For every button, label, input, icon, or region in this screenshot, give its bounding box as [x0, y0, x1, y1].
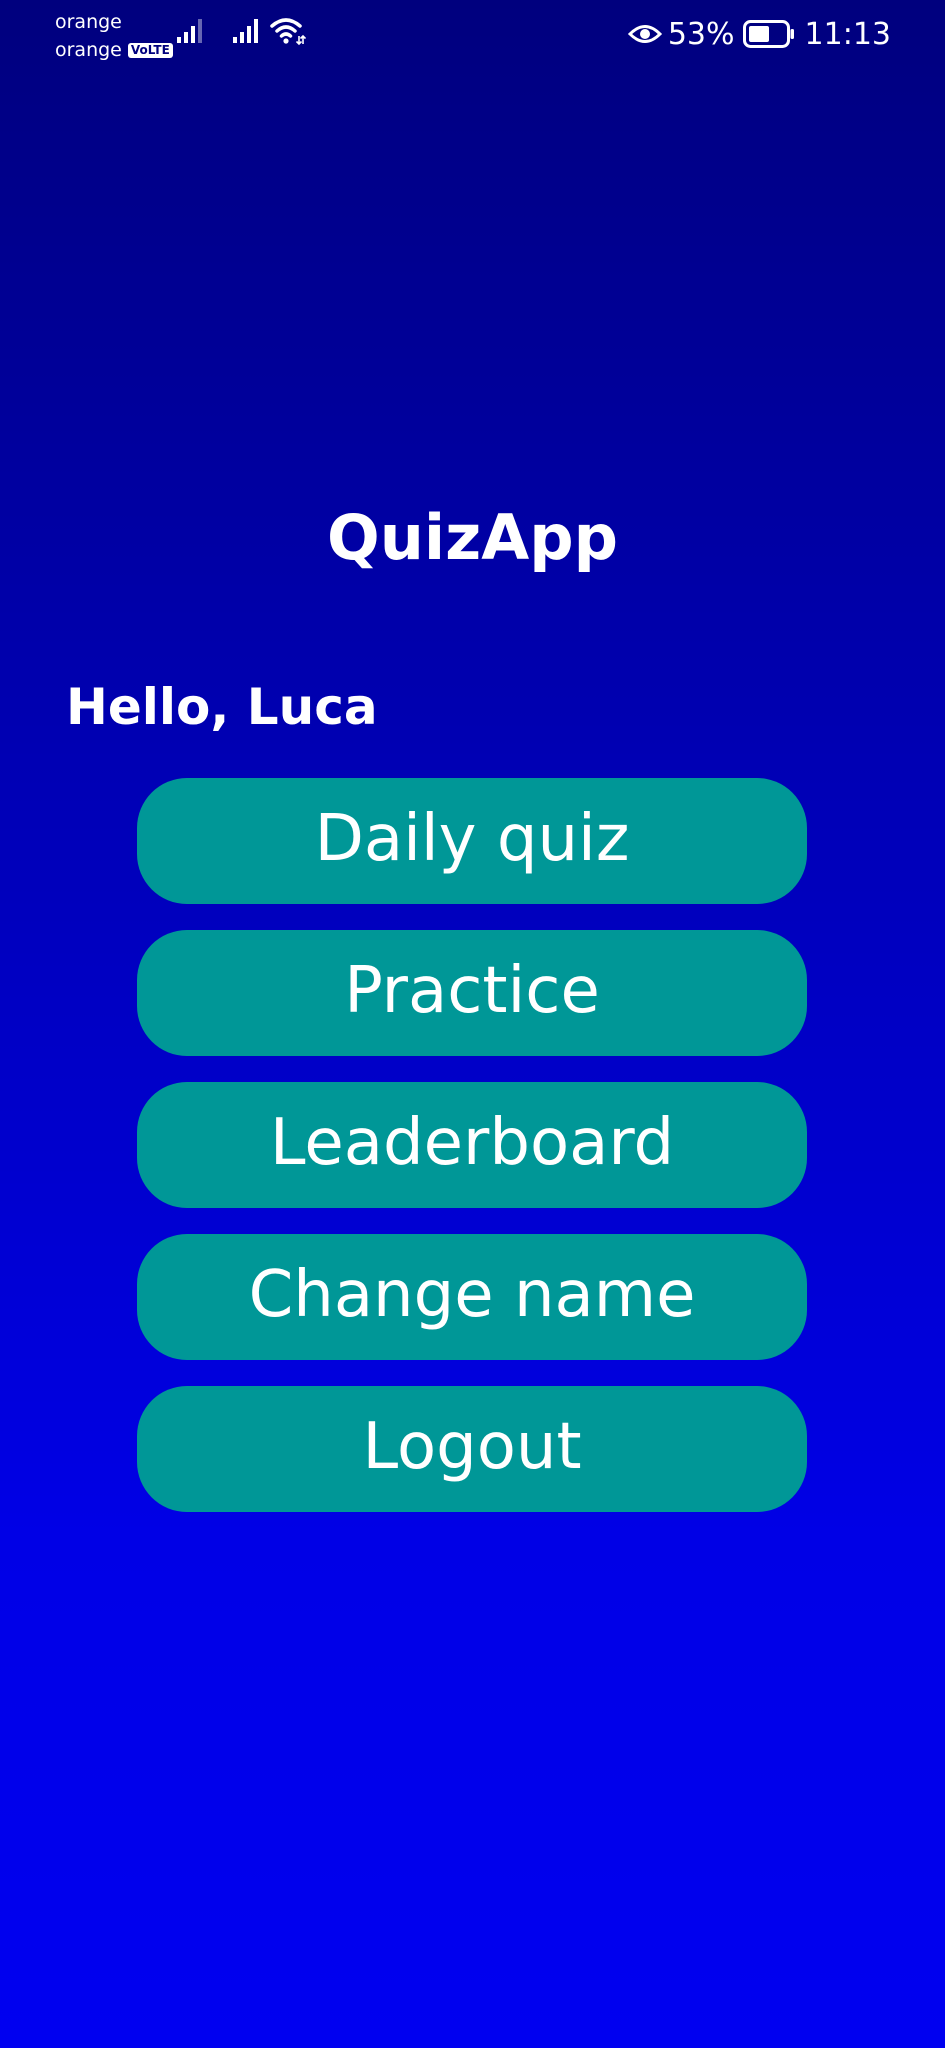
greeting-text: Hello, Luca: [66, 678, 378, 736]
signal-icon: [177, 19, 202, 43]
carrier-info: orange orange VoLTE: [55, 8, 173, 64]
carrier-name-2: orange: [55, 39, 122, 61]
daily-quiz-button[interactable]: Daily quiz: [137, 778, 807, 904]
wifi-icon: [270, 18, 306, 46]
app-title: QuizApp: [327, 501, 618, 574]
eye-icon: [627, 25, 662, 43]
carrier-line-1: orange: [55, 8, 173, 36]
carrier-line-2: orange VoLTE: [55, 36, 173, 64]
main-menu: Daily quiz Practice Leaderboard Change n…: [137, 778, 807, 1538]
status-bar: orange orange VoLTE 53% 11:13: [0, 0, 945, 64]
clock: 11:13: [804, 16, 891, 52]
battery-percent: 53%: [667, 16, 735, 52]
practice-button[interactable]: Practice: [137, 930, 807, 1056]
change-name-button[interactable]: Change name: [137, 1234, 807, 1360]
status-right: 53% 11:13: [627, 14, 891, 54]
carrier-name-1: orange: [55, 11, 122, 33]
leaderboard-button[interactable]: Leaderboard: [137, 1082, 807, 1208]
signal-icon: [233, 19, 258, 43]
logout-button[interactable]: Logout: [137, 1386, 807, 1512]
volte-badge: VoLTE: [127, 42, 173, 58]
battery-icon: [742, 20, 794, 48]
